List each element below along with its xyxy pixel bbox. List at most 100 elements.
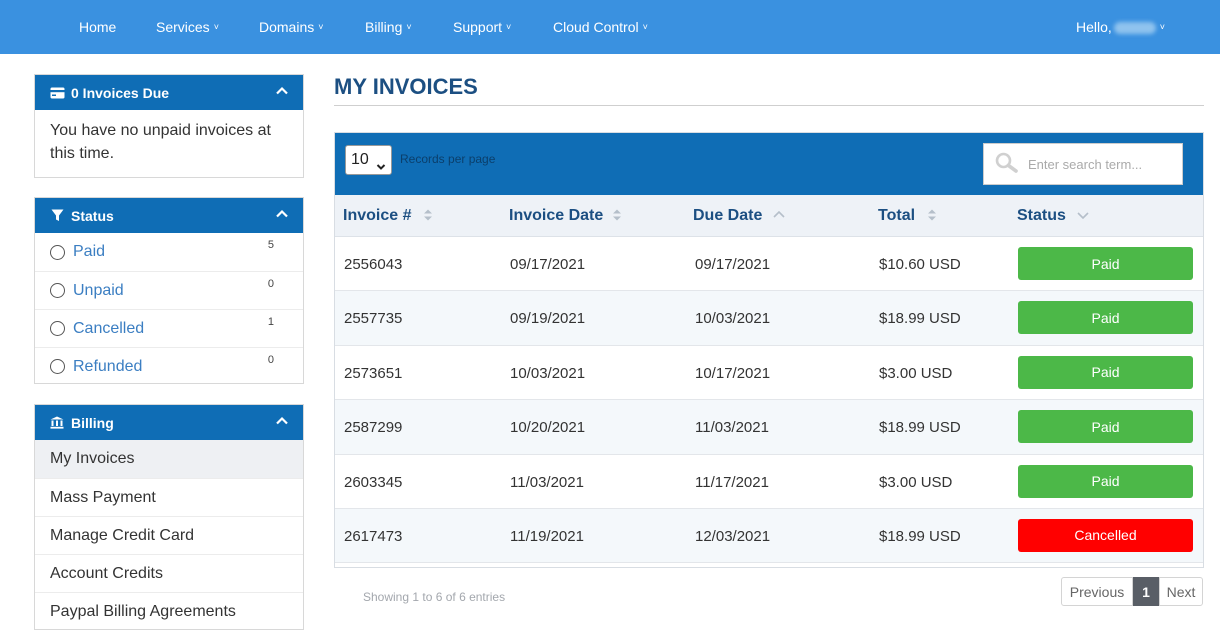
chevron-down-icon bbox=[376, 154, 386, 170]
cell-total: $3.00 USD bbox=[879, 364, 953, 382]
nav-billing-label: Billing bbox=[365, 19, 403, 35]
table-row[interactable]: 2617473 11/19/2021 12/03/2021 $18.99 USD… bbox=[335, 508, 1203, 564]
cell-due-date: 10/17/2021 bbox=[695, 364, 771, 382]
nav-cloud-control[interactable]: Cloud Control ˅ bbox=[553, 19, 648, 35]
status-badge: Paid bbox=[1018, 355, 1193, 389]
nav-services[interactable]: Services ˅ bbox=[156, 19, 219, 35]
cell-invoice-date: 09/19/2021 bbox=[510, 310, 586, 328]
status-badge: Paid bbox=[1018, 301, 1193, 335]
table-row[interactable]: 2603345 11/03/2021 11/17/2021 $3.00 USD … bbox=[335, 455, 1203, 509]
nav-services-label: Services bbox=[156, 19, 210, 35]
cell-invoice-number: 2556043 bbox=[344, 256, 403, 273]
nav-home[interactable]: Home bbox=[79, 19, 116, 35]
cell-total: $18.99 USD bbox=[879, 527, 961, 545]
chevron-down-icon: ˅ bbox=[213, 22, 219, 32]
billing-item-account-credits[interactable]: Account Credits bbox=[35, 554, 303, 592]
current-page-button[interactable]: 1 bbox=[1133, 577, 1159, 606]
billing-item-my-invoices[interactable]: My Invoices bbox=[35, 440, 303, 478]
cell-due-date: 11/17/2021 bbox=[695, 473, 769, 491]
cell-invoice-date: 10/03/2021 bbox=[510, 364, 586, 382]
cell-total: $10.60 USD bbox=[879, 256, 961, 273]
invoices-due-header[interactable]: 0 Invoices Due bbox=[35, 75, 303, 110]
cell-invoice-number: 2557735 bbox=[344, 310, 403, 328]
table-info-text: Showing 1 to 6 of 6 entries bbox=[363, 590, 506, 604]
table-body: 2556043 09/17/2021 09/17/2021 $10.60 USD… bbox=[335, 237, 1203, 564]
next-page-button[interactable]: Next bbox=[1159, 577, 1203, 606]
cell-invoice-number: 2587299 bbox=[344, 419, 403, 437]
sort-ascending-icon[interactable] bbox=[773, 208, 785, 222]
chevron-up-icon[interactable] bbox=[275, 207, 289, 221]
chevron-down-icon: ˅ bbox=[406, 22, 412, 32]
status-badge: Paid bbox=[1018, 247, 1193, 280]
page-title: MY INVOICES bbox=[334, 74, 478, 99]
sort-icon[interactable] bbox=[612, 208, 622, 222]
radio-button[interactable] bbox=[50, 321, 65, 336]
records-per-page-select[interactable]: 10 bbox=[345, 145, 392, 175]
chevron-up-icon[interactable] bbox=[275, 84, 289, 98]
top-navigation-bar: Home Services ˅ Domains ˅ Billing ˅ Support… bbox=[0, 0, 1220, 54]
column-header-invoice[interactable]: Invoice # bbox=[343, 207, 411, 225]
table-row[interactable]: 2587299 10/20/2021 11/03/2021 $18.99 USD… bbox=[335, 400, 1203, 455]
chevron-up-icon[interactable] bbox=[275, 414, 289, 428]
previous-page-button[interactable]: Previous bbox=[1061, 577, 1133, 606]
invoices-due-message: You have no unpaid invoices at this time… bbox=[50, 122, 271, 162]
status-filter-panel: Status Paid 5 Unpaid 0 Cancelled 1 Refun… bbox=[34, 197, 304, 384]
user-greeting: Hello, bbox=[1076, 19, 1112, 35]
status-label: Unpaid bbox=[73, 281, 124, 299]
table-row[interactable]: 2557735 09/19/2021 10/03/2021 $18.99 USD… bbox=[335, 291, 1203, 346]
cell-total: $18.99 USD bbox=[879, 310, 961, 328]
pagination: Previous 1 Next bbox=[1061, 577, 1203, 606]
title-divider bbox=[334, 105, 1204, 106]
invoices-due-panel: 0 Invoices Due You have no unpaid invoic… bbox=[34, 74, 304, 178]
nav-support[interactable]: Support ˅ bbox=[453, 19, 511, 35]
status-filter-cancelled[interactable]: Cancelled 1 bbox=[35, 309, 303, 347]
sort-icon[interactable] bbox=[927, 208, 937, 222]
table-header: Invoice # Invoice Date Due Date Total St… bbox=[335, 195, 1203, 237]
nav-cloud-control-label: Cloud Control bbox=[553, 19, 639, 35]
cell-invoice-date: 10/20/2021 bbox=[510, 419, 586, 437]
column-header-total[interactable]: Total bbox=[878, 207, 915, 225]
radio-button[interactable] bbox=[50, 244, 65, 260]
status-filter-unpaid[interactable]: Unpaid 0 bbox=[35, 271, 303, 309]
status-list: Paid 5 Unpaid 0 Cancelled 1 Refunded 0 bbox=[35, 233, 303, 385]
status-filter-refunded[interactable]: Refunded 0 bbox=[35, 347, 303, 385]
billing-item-manage-credit-card[interactable]: Manage Credit Card bbox=[35, 516, 303, 554]
sort-icon[interactable] bbox=[423, 208, 433, 222]
column-header-invoice-date[interactable]: Invoice Date bbox=[509, 207, 603, 225]
search-input[interactable] bbox=[1028, 154, 1174, 174]
cell-due-date: 10/03/2021 bbox=[695, 310, 771, 328]
status-badge: Paid bbox=[1018, 410, 1193, 444]
cell-total: $18.99 USD bbox=[879, 419, 961, 437]
cell-invoice-number: 2603345 bbox=[344, 473, 403, 491]
nav-domains-label: Domains bbox=[259, 19, 315, 35]
cell-due-date: 09/17/2021 bbox=[695, 256, 771, 273]
chevron-down-icon[interactable] bbox=[1077, 208, 1089, 222]
column-header-status[interactable]: Status bbox=[1017, 207, 1066, 225]
nav-billing[interactable]: Billing ˅ bbox=[365, 19, 412, 35]
search-box[interactable] bbox=[983, 143, 1183, 185]
radio-button[interactable] bbox=[50, 359, 65, 374]
invoices-due-title: 0 Invoices Due bbox=[71, 84, 170, 101]
user-menu[interactable]: Hello, ˅ bbox=[1076, 19, 1165, 35]
radio-button[interactable] bbox=[50, 283, 65, 298]
billing-title: Billing bbox=[71, 414, 114, 431]
billing-item-mass-payment[interactable]: Mass Payment bbox=[35, 478, 303, 516]
table-row[interactable]: 2556043 09/17/2021 09/17/2021 $10.60 USD… bbox=[335, 237, 1203, 292]
cell-due-date: 11/03/2021 bbox=[695, 419, 769, 437]
status-count: 0 bbox=[267, 278, 274, 290]
status-header[interactable]: Status bbox=[35, 198, 303, 233]
bank-icon bbox=[49, 416, 65, 430]
table-row[interactable]: 2573651 10/03/2021 10/17/2021 $3.00 USD … bbox=[335, 346, 1203, 401]
status-label: Paid bbox=[73, 243, 106, 260]
cell-invoice-date: 11/19/2021 bbox=[510, 527, 584, 545]
status-badge: Cancelled bbox=[1018, 518, 1193, 552]
column-header-due-date[interactable]: Due Date bbox=[693, 207, 762, 225]
status-filter-paid[interactable]: Paid 5 bbox=[35, 233, 303, 271]
billing-menu-panel: Billing My Invoices Mass Payment Manage … bbox=[34, 404, 304, 630]
nav-domains[interactable]: Domains ˅ bbox=[259, 19, 324, 35]
chevron-down-icon: ˅ bbox=[1159, 22, 1166, 32]
status-count: 0 bbox=[267, 354, 274, 366]
credit-card-icon bbox=[49, 86, 65, 100]
billing-item-paypal-billing-agreements[interactable]: Paypal Billing Agreements bbox=[35, 592, 303, 630]
billing-header[interactable]: Billing bbox=[35, 405, 303, 440]
